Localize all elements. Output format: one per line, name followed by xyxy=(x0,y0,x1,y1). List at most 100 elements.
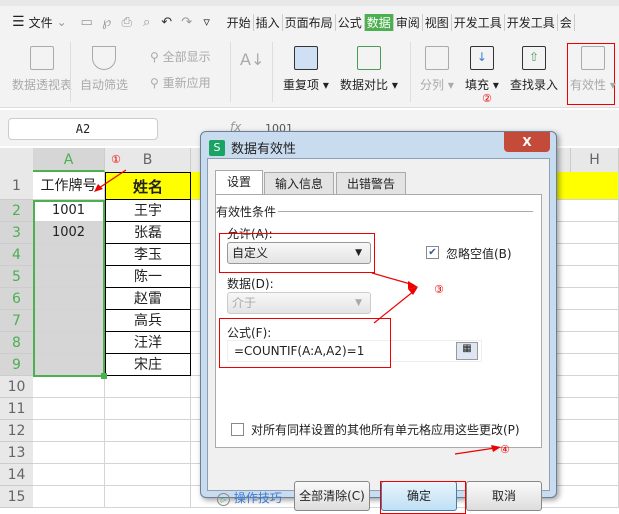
fill-down-icon: ↓ xyxy=(469,46,494,70)
table-cell[interactable] xyxy=(105,464,191,486)
export-icon[interactable]: ℘ xyxy=(97,15,117,30)
table-cell[interactable]: 李玉 xyxy=(105,244,191,266)
tab-developer-2[interactable]: 开发工具 xyxy=(505,13,558,31)
row-header[interactable]: 5 xyxy=(0,266,33,288)
redo-icon[interactable]: ↷ xyxy=(177,15,197,30)
chevron-down-icon[interactable]: ⌄ xyxy=(57,15,67,29)
annotation-1: ① xyxy=(111,153,121,166)
save-icon[interactable]: ▭ xyxy=(77,15,97,30)
row-header[interactable]: 8 xyxy=(0,332,33,354)
play-icon: ▷ xyxy=(217,493,230,506)
ribbon: 数据透视表 自动筛选 ⚲ 全部显示 ⚲ 重新应用 A↓ 重复项 ▾ 数据对比 ▾… xyxy=(0,38,619,133)
tab-member[interactable]: 会 xyxy=(558,13,575,31)
clear-all-button[interactable]: 全部清除(C) xyxy=(294,481,370,511)
table-cell[interactable] xyxy=(105,420,191,442)
duplicates-icon xyxy=(293,46,318,70)
data-label: 数据(D): xyxy=(227,277,274,291)
name-box[interactable]: A2 xyxy=(8,118,158,140)
table-cell[interactable]: 陈一 xyxy=(105,266,191,288)
tab-error-alert[interactable]: 出错警告 xyxy=(336,172,406,194)
autofilter-button[interactable]: 自动筛选 xyxy=(80,46,128,93)
dialog-body: 设置 输入信息 出错警告 有效性条件 允许(A): 自定义 ▼ ✔ 忽略空值(B)… xyxy=(207,158,550,514)
table-cell[interactable] xyxy=(33,442,105,464)
show-all-button[interactable]: ⚲ 全部显示 xyxy=(150,48,211,65)
split-button[interactable]: 分列 ▾ xyxy=(420,46,454,93)
row-header[interactable]: 9 xyxy=(0,354,33,376)
row-header[interactable]: 10 xyxy=(0,376,33,398)
data-select[interactable]: 介于 ▼ xyxy=(227,292,371,314)
table-cell[interactable] xyxy=(33,376,105,398)
customize-icon[interactable]: ▿ xyxy=(197,15,217,30)
annotation-box xyxy=(380,481,466,514)
selection-range xyxy=(33,200,105,377)
row-header[interactable]: 11 xyxy=(0,398,33,420)
apply-all-checkbox[interactable] xyxy=(231,423,244,436)
table-cell[interactable] xyxy=(33,464,105,486)
reapply-button[interactable]: ⚲ 重新应用 xyxy=(150,74,211,91)
row-header[interactable]: 7 xyxy=(0,310,33,332)
settings-panel: 有效性条件 允许(A): 自定义 ▼ ✔ 忽略空值(B) 数据(D): 介于 ▼ 公… xyxy=(215,194,542,448)
row-header[interactable]: 3 xyxy=(0,222,33,244)
tab-developer[interactable]: 开发工具 xyxy=(452,13,505,31)
close-button[interactable]: X xyxy=(504,132,550,152)
dialog-title: 数据有效性 xyxy=(231,142,297,157)
divider xyxy=(230,42,231,102)
validation-button[interactable]: 有效性 ▾ xyxy=(570,46,616,93)
table-cell[interactable]: 赵雷 xyxy=(105,288,191,310)
sort-icon[interactable]: A↓ xyxy=(240,50,264,69)
table-cell[interactable]: 宋庄 xyxy=(105,354,191,376)
divider xyxy=(272,42,273,102)
hamburger-icon[interactable]: ☰ xyxy=(12,14,25,30)
tab-layout[interactable]: 页面布局 xyxy=(283,13,336,31)
table-cell[interactable]: 王宇 xyxy=(105,200,191,222)
table-cell[interactable] xyxy=(105,376,191,398)
tips-link[interactable]: ▷ 操作技巧 xyxy=(217,489,282,506)
file-menu[interactable]: 文件 xyxy=(29,14,53,31)
annotation-arrows xyxy=(371,272,418,324)
upload-icon: ⇧ xyxy=(522,46,546,70)
row-header[interactable]: 13 xyxy=(0,442,33,464)
tab-insert[interactable]: 插入 xyxy=(254,13,283,31)
row-header[interactable]: 4 xyxy=(0,244,33,266)
range-select-icon[interactable]: ▦ xyxy=(456,342,478,360)
table-cell[interactable]: 汪洋 xyxy=(105,332,191,354)
annotation-arrow xyxy=(94,169,127,192)
ignore-blank-label: 忽略空值(B) xyxy=(446,247,512,261)
compare-icon xyxy=(356,46,381,70)
table-cell[interactable] xyxy=(105,442,191,464)
annotation-2: ② xyxy=(482,92,492,105)
column-header-h[interactable]: H xyxy=(571,148,619,172)
tab-input-message[interactable]: 输入信息 xyxy=(264,172,334,194)
table-cell[interactable] xyxy=(33,398,105,420)
tab-formula[interactable]: 公式 xyxy=(336,13,365,31)
duplicates-button[interactable]: 重复项 ▾ xyxy=(283,46,329,93)
print-icon[interactable]: ⎙ xyxy=(117,15,137,30)
tab-review[interactable]: 审阅 xyxy=(394,13,423,31)
table-cell[interactable] xyxy=(33,420,105,442)
cancel-button[interactable]: 取消 xyxy=(466,481,542,511)
tab-start[interactable]: 开始 xyxy=(225,13,254,31)
fill-button[interactable]: ↓ 填充 ▾ xyxy=(465,46,499,93)
table-cell[interactable] xyxy=(105,398,191,420)
lookup-entry-button[interactable]: ⇧ 查找录入 xyxy=(510,46,558,93)
tab-view[interactable]: 视图 xyxy=(423,13,452,31)
table-cell[interactable]: 高兵 xyxy=(105,310,191,332)
row-header[interactable]: 2 xyxy=(0,200,33,222)
select-all-corner[interactable] xyxy=(0,148,33,172)
pivot-table-button[interactable]: 数据透视表 xyxy=(12,46,72,93)
row-header[interactable]: 12 xyxy=(0,420,33,442)
group-label: 有效性条件 xyxy=(216,205,277,219)
tab-data[interactable]: 数据 xyxy=(364,13,394,31)
annotation-arrow xyxy=(454,445,501,455)
fill-handle[interactable] xyxy=(101,373,107,379)
ignore-blank-checkbox[interactable]: ✔ xyxy=(426,246,439,259)
dialog-title-bar: S 数据有效性 xyxy=(209,138,296,157)
row-header[interactable]: 1 xyxy=(0,172,33,200)
tab-settings[interactable]: 设置 xyxy=(215,170,263,195)
row-header[interactable]: 14 xyxy=(0,464,33,486)
table-cell[interactable]: 张磊 xyxy=(105,222,191,244)
undo-icon[interactable]: ↶ xyxy=(157,15,177,30)
compare-button[interactable]: 数据对比 ▾ xyxy=(340,46,398,93)
row-header[interactable]: 6 xyxy=(0,288,33,310)
preview-icon[interactable]: ⌕ xyxy=(137,15,157,30)
